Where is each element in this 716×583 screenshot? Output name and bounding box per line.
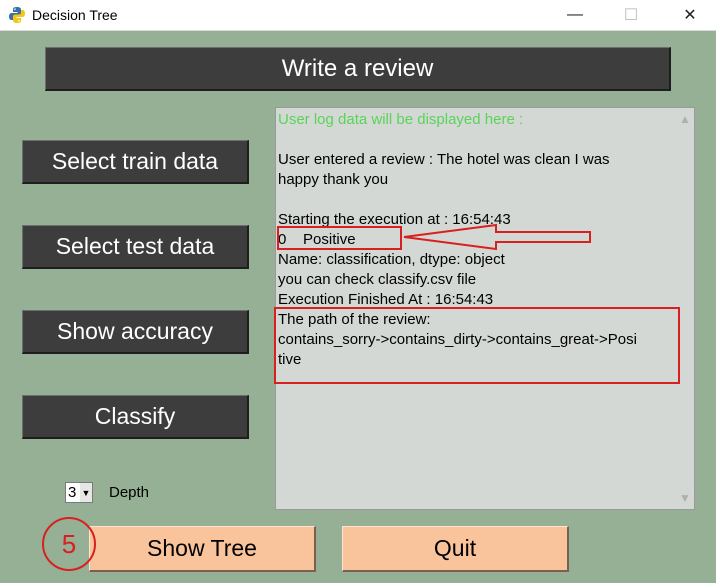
depth-label: Depth bbox=[109, 484, 150, 501]
show-accuracy-button[interactable]: Show accuracy bbox=[22, 310, 249, 354]
chevron-down-icon[interactable]: ▼ bbox=[80, 483, 92, 502]
annotation-box-path bbox=[274, 307, 680, 384]
close-icon: ✕ bbox=[683, 7, 697, 24]
log-line: Name: classification, dtype: object bbox=[278, 251, 505, 268]
minimize-button[interactable]: — bbox=[552, 0, 598, 30]
select-test-data-button[interactable]: Select test data bbox=[22, 225, 249, 269]
window-title: Decision Tree bbox=[32, 7, 118, 23]
write-review-button[interactable]: Write a review bbox=[45, 47, 671, 91]
annotation-arrow-icon bbox=[403, 223, 591, 251]
title-bar: Decision Tree — ☐ ✕ bbox=[0, 0, 716, 31]
classify-button[interactable]: Classify bbox=[22, 395, 249, 439]
scroll-down-icon[interactable]: ▼ bbox=[676, 489, 694, 507]
depth-dropdown[interactable]: 3 ▼ bbox=[65, 482, 93, 503]
python-logo-icon bbox=[9, 7, 25, 23]
select-train-data-button[interactable]: Select train data bbox=[22, 140, 249, 184]
depth-value: 3 bbox=[68, 484, 77, 501]
log-header: User log data will be displayed here : bbox=[278, 111, 524, 128]
scroll-up-icon[interactable]: ▲ bbox=[676, 110, 694, 128]
log-line: User entered a review : The hotel was cl… bbox=[278, 151, 610, 168]
maximize-button[interactable]: ☐ bbox=[608, 0, 654, 30]
step-marker: 5 bbox=[42, 517, 96, 571]
quit-button[interactable]: Quit bbox=[342, 526, 569, 572]
close-button[interactable]: ✕ bbox=[667, 0, 713, 30]
minimize-icon: — bbox=[567, 6, 583, 23]
maximize-icon: ☐ bbox=[623, 7, 639, 24]
log-line: happy thank you bbox=[278, 171, 389, 188]
log-line: you can check classify.csv file bbox=[278, 271, 477, 288]
show-tree-button[interactable]: Show Tree bbox=[89, 526, 316, 572]
annotation-box-result bbox=[277, 226, 402, 250]
